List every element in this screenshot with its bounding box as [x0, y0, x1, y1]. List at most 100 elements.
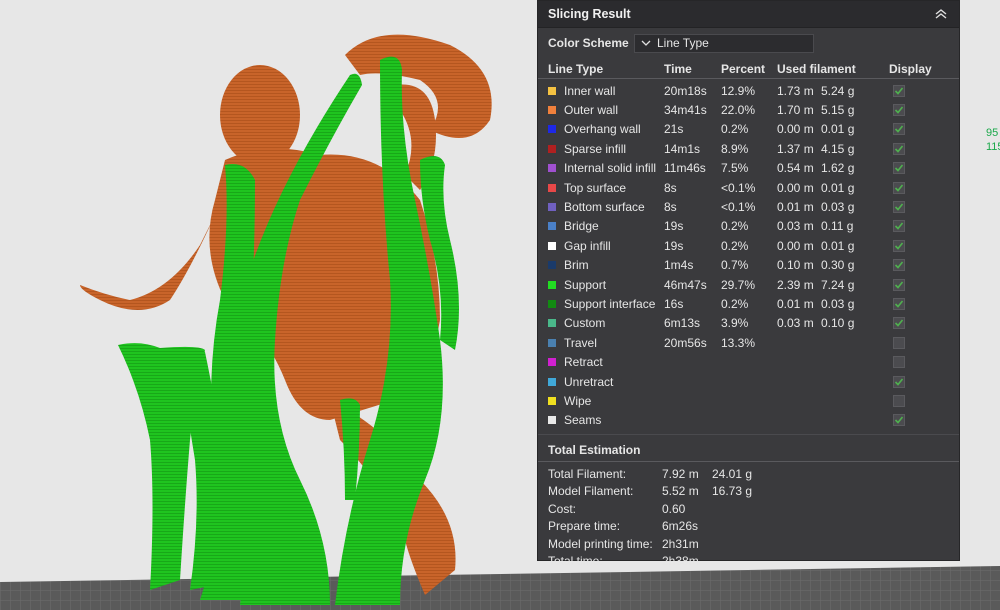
display-cell [889, 297, 949, 310]
color-swatch [548, 396, 556, 405]
line-type-name: Custom [548, 316, 664, 330]
display-checkbox[interactable] [893, 375, 905, 388]
line-type-percent: 0.2% [721, 122, 749, 137]
display-checkbox[interactable] [893, 336, 905, 349]
total-label: Total time: [548, 554, 603, 569]
line-type-grams: 0.01 g [821, 238, 855, 253]
line-type-name: Overhang wall [548, 122, 664, 136]
display-checkbox[interactable] [893, 142, 905, 155]
line-type-percent: <0.1% [721, 200, 756, 215]
display-cell [889, 181, 949, 194]
display-checkbox[interactable] [893, 220, 905, 233]
total-value-secondary: 24.01 g [712, 466, 753, 481]
panel-title: Slicing Result [548, 7, 631, 21]
line-type-time: 6m13s [664, 316, 701, 331]
display-checkbox[interactable] [893, 181, 905, 194]
total-row: Model printing time: 2h31m [548, 535, 949, 553]
line-type-row: Seams [538, 411, 959, 430]
line-type-time: 46m47s [664, 277, 707, 292]
panel-header: Slicing Result [538, 1, 959, 28]
check-icon [894, 378, 904, 386]
color-scheme-label: Color Scheme [548, 36, 629, 50]
line-type-time: 34m41s [664, 103, 707, 118]
display-cell [889, 201, 949, 214]
display-checkbox[interactable] [893, 278, 905, 291]
display-checkbox[interactable] [893, 414, 905, 427]
line-type-name: Bridge [548, 219, 664, 233]
header-display: Display [889, 61, 932, 76]
display-cell [889, 356, 949, 369]
line-type-label: Overhang wall [564, 122, 641, 137]
line-type-percent: 0.2% [721, 238, 749, 253]
line-type-time: 1m4s [664, 258, 694, 273]
display-checkbox[interactable] [893, 123, 905, 136]
display-checkbox[interactable] [893, 356, 905, 369]
header-used-filament: Used filament [777, 61, 856, 76]
display-checkbox[interactable] [893, 104, 905, 117]
line-type-meters: 0.00 m [777, 180, 814, 195]
color-scheme-dropdown[interactable]: Line Type [634, 33, 814, 53]
display-cell [889, 375, 949, 388]
line-type-row: Travel 20m56s 13.3% [538, 333, 959, 352]
color-swatch [548, 144, 556, 153]
color-swatch [548, 106, 556, 115]
total-row: Prepare time: 6m26s [548, 518, 949, 536]
build-plate [0, 566, 1000, 610]
total-row: Model Filament: 5.52 m 16.73 g [548, 483, 949, 501]
color-swatch [548, 319, 556, 328]
line-type-time: 20m56s [664, 335, 707, 350]
line-type-label: Support interface [564, 296, 656, 311]
display-checkbox[interactable] [893, 201, 905, 214]
check-icon [894, 261, 904, 269]
line-type-grams: 4.15 g [821, 141, 855, 156]
line-type-meters: 2.39 m [777, 277, 814, 292]
line-type-percent: 13.3% [721, 335, 756, 350]
display-cell [889, 162, 949, 175]
total-label: Prepare time: [548, 519, 621, 534]
color-swatch [548, 241, 556, 250]
line-type-meters: 0.03 m [777, 219, 814, 234]
line-type-percent: 22.0% [721, 103, 756, 118]
check-icon [894, 281, 904, 289]
total-value: 2h38m [662, 554, 699, 569]
line-type-grams: 0.30 g [821, 258, 855, 273]
line-type-meters: 0.01 m [777, 200, 814, 215]
line-type-row: Gap infill 19s 0.2% 0.00 m 0.01 g [538, 236, 959, 255]
total-value-secondary: 16.73 g [712, 484, 753, 499]
color-swatch [548, 299, 556, 308]
display-checkbox[interactable] [893, 162, 905, 175]
line-type-time: 19s [664, 238, 684, 253]
collapse-chevron-up-icon[interactable] [933, 6, 949, 22]
display-checkbox[interactable] [893, 297, 905, 310]
color-swatch [548, 164, 556, 173]
check-icon [894, 222, 904, 231]
line-type-row: Support interface 16s 0.2% 0.01 m 0.03 g [538, 294, 959, 313]
line-type-label: Unretract [564, 374, 614, 389]
line-type-rows: Inner wall 20m18s 12.9% 1.73 m 5.24 g Outer w… [538, 79, 959, 430]
line-type-label: Brim [564, 258, 589, 273]
display-cell [889, 220, 949, 233]
display-checkbox[interactable] [893, 84, 905, 97]
line-type-name: Internal solid infill [548, 161, 664, 175]
line-type-row: Bridge 19s 0.2% 0.03 m 0.11 g [538, 217, 959, 236]
display-checkbox[interactable] [893, 239, 905, 252]
line-type-time: 8s [664, 200, 677, 215]
line-type-row: Outer wall 34m41s 22.0% 1.70 m 5.15 g [538, 100, 959, 119]
display-checkbox[interactable] [893, 394, 905, 407]
line-type-percent: 0.2% [721, 296, 749, 311]
display-checkbox[interactable] [893, 259, 905, 272]
line-type-name: Wipe [548, 394, 664, 408]
line-type-label: Internal solid infill [564, 161, 657, 176]
line-type-name: Top surface [548, 181, 664, 195]
line-type-time: 19s [664, 219, 684, 234]
color-swatch [548, 222, 556, 231]
display-cell [889, 142, 949, 155]
slicing-result-panel: Slicing Result Color Scheme Line Type Li… [537, 0, 960, 568]
line-type-name: Seams [548, 413, 664, 427]
color-swatch [548, 280, 556, 289]
display-cell [889, 259, 949, 272]
line-type-meters: 0.03 m [777, 316, 814, 331]
display-checkbox[interactable] [893, 317, 905, 330]
color-swatch [548, 261, 556, 270]
color-swatch [548, 358, 556, 367]
